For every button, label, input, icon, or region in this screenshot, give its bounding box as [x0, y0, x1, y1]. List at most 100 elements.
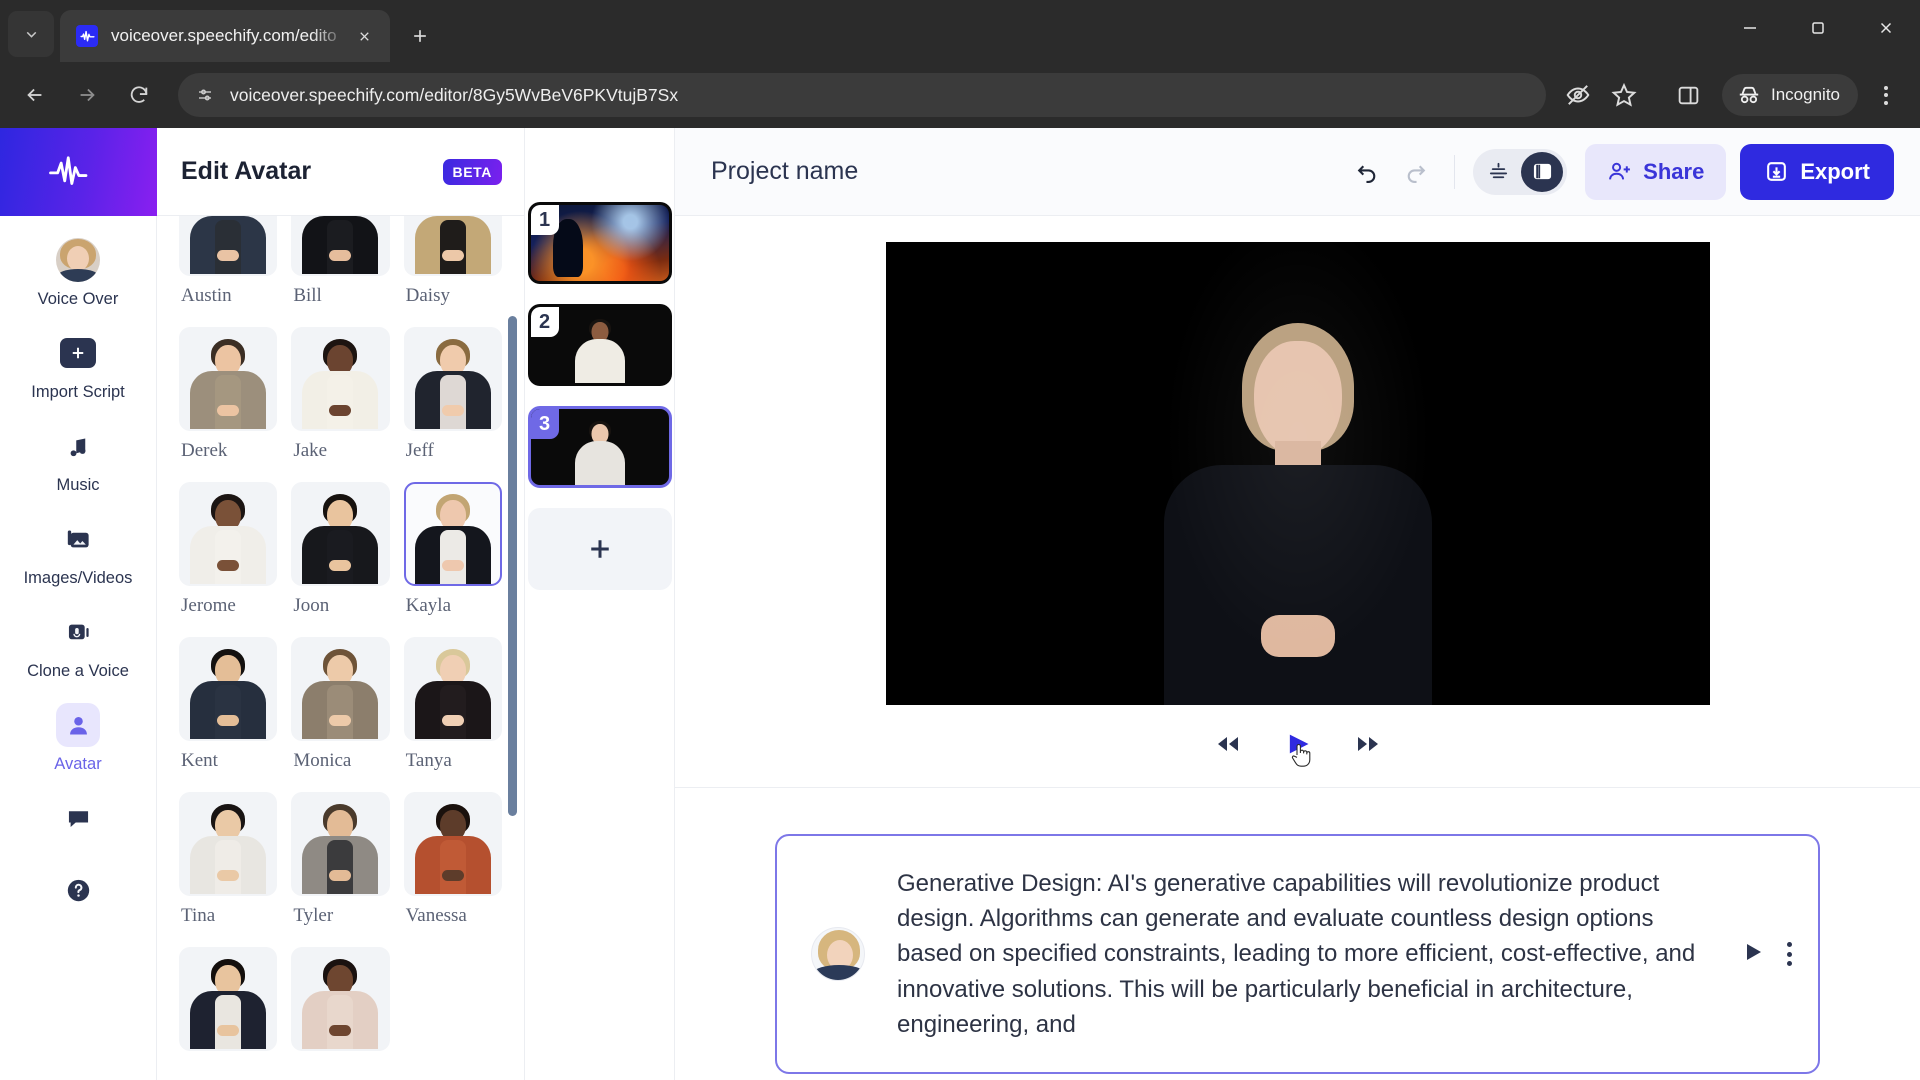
avatar-thumbnail[interactable]: [403, 327, 502, 431]
avatar-card[interactable]: Derek: [179, 327, 278, 478]
avatar-thumbnail[interactable]: [291, 216, 390, 276]
speechify-logo[interactable]: [0, 128, 157, 216]
rewind-icon[interactable]: [1211, 727, 1245, 761]
avatar-card[interactable]: Jerome: [179, 482, 278, 633]
voice-over-avatar-icon: [56, 238, 100, 282]
avatar-card[interactable]: Bill: [291, 216, 390, 323]
incognito-indicator[interactable]: Incognito: [1722, 74, 1858, 116]
view-toggle-group: [1473, 148, 1568, 195]
tab-search-button[interactable]: [8, 11, 54, 57]
avatar-card[interactable]: Joon: [291, 482, 390, 633]
share-button[interactable]: Share: [1585, 143, 1727, 200]
avatar-thumbnail[interactable]: [291, 947, 390, 1051]
incognito-label: Incognito: [1771, 85, 1840, 104]
back-arrow-icon[interactable]: [12, 72, 58, 118]
avatar-card[interactable]: Tyler: [291, 792, 390, 943]
three-dot-menu-icon[interactable]: [1864, 73, 1908, 117]
scene-thumbnail[interactable]: 1: [527, 202, 672, 284]
scene-thumbnail[interactable]: 2: [527, 304, 672, 386]
avatar-thumbnail[interactable]: [403, 482, 502, 586]
avatar-thumbnail[interactable]: [179, 637, 278, 741]
avatar-scroll-area[interactable]: Austin Bill Daisy Derek Jake Jeff Jerome Joon Ka…: [157, 216, 524, 1080]
sidebar-item-images-videos[interactable]: Images/Videos: [0, 495, 157, 588]
sliders-icon[interactable]: [1477, 152, 1519, 192]
minimize-icon[interactable]: [1716, 0, 1784, 56]
fast-forward-icon[interactable]: [1351, 727, 1385, 761]
script-text[interactable]: Generative Design: AI's generative capab…: [897, 866, 1717, 1042]
scrollbar-thumb[interactable]: [508, 316, 517, 816]
avatar-name-label: Bill: [293, 285, 322, 306]
scene-thumbnail[interactable]: 3: [527, 406, 672, 488]
avatar-card[interactable]: Tina: [179, 792, 278, 943]
script-block[interactable]: Generative Design: AI's generative capab…: [775, 834, 1820, 1074]
avatar-card[interactable]: [179, 947, 278, 1076]
side-panel-icon[interactable]: [1666, 73, 1710, 117]
avatar-card[interactable]: Austin: [179, 216, 278, 323]
avatar-card[interactable]: Jake: [291, 327, 390, 478]
browser-tab[interactable]: voiceover.speechify.com/edito: [60, 10, 390, 62]
sidebar-item-clone-a-voice[interactable]: Clone a Voice: [0, 588, 157, 681]
site-settings-icon[interactable]: [190, 80, 220, 110]
new-tab-button[interactable]: [398, 14, 442, 58]
editor-stage: Project name Share Export Generative Des…: [675, 128, 1920, 1080]
avatar-name-label: Tanya: [405, 750, 452, 771]
avatar-card[interactable]: Kent: [179, 637, 278, 788]
avatar-thumbnail[interactable]: [179, 792, 278, 896]
avatar-thumbnail[interactable]: [179, 947, 278, 1051]
avatar-thumbnail[interactable]: [403, 792, 502, 896]
maximize-icon[interactable]: [1784, 0, 1852, 56]
sidebar-item-import-script[interactable]: Import Script: [0, 309, 157, 402]
forward-arrow-icon[interactable]: [64, 72, 110, 118]
window-close-icon[interactable]: [1852, 0, 1920, 56]
sidebar-item-help[interactable]: [0, 840, 157, 912]
export-button[interactable]: Export: [1740, 143, 1894, 200]
avatar-thumbnail[interactable]: [291, 792, 390, 896]
avatar-card[interactable]: Tanya: [403, 637, 502, 788]
avatar-thumbnail[interactable]: [291, 637, 390, 741]
export-label: Export: [1800, 158, 1870, 184]
avatar-grid: Austin Bill Daisy Derek Jake Jeff Jerome Joon Ka…: [179, 216, 502, 1076]
reload-icon[interactable]: [116, 72, 162, 118]
layout-panel-icon[interactable]: [1521, 151, 1564, 192]
avatar-name-label: Joon: [293, 595, 330, 616]
close-icon[interactable]: [350, 22, 378, 50]
script-avatar-thumbnail[interactable]: [811, 927, 865, 981]
avatar-thumbnail[interactable]: [291, 327, 390, 431]
avatar-card[interactable]: Monica: [291, 637, 390, 788]
avatar-thumbnail[interactable]: [179, 482, 278, 586]
star-icon[interactable]: [1602, 73, 1646, 117]
sidebar-item-music[interactable]: Music: [0, 402, 157, 495]
add-scene-button[interactable]: [527, 508, 672, 590]
avatar-name-label: Kent: [181, 750, 218, 771]
sidebar-item-avatar[interactable]: Avatar: [0, 681, 157, 774]
sidebar-item-label: Music: [56, 476, 100, 494]
avatar-thumbnail[interactable]: [179, 216, 278, 276]
play-icon[interactable]: [1281, 727, 1315, 761]
avatar-card[interactable]: [291, 947, 390, 1076]
avatar-card[interactable]: Jeff: [403, 327, 502, 478]
browser-chrome: voiceover.speechify.com/edito voiceover.…: [0, 0, 1920, 128]
avatar-card[interactable]: Daisy: [403, 216, 502, 323]
scene-number: 3: [530, 409, 559, 439]
avatar-card[interactable]: Kayla: [403, 482, 502, 633]
eye-off-icon[interactable]: [1556, 73, 1600, 117]
scene-number: 1: [530, 205, 559, 235]
omnibox-toolbar: voiceover.speechify.com/editor/8Gy5WvBeV…: [0, 62, 1920, 128]
avatar-card[interactable]: Vanessa: [403, 792, 502, 943]
avatar-thumbnail[interactable]: [403, 637, 502, 741]
three-dot-menu-icon[interactable]: [1787, 942, 1792, 966]
undo-icon[interactable]: [1346, 151, 1388, 193]
avatar-scrollbar[interactable]: [508, 316, 517, 1022]
redo-icon[interactable]: [1394, 151, 1436, 193]
url-text: voiceover.speechify.com/editor/8Gy5WvBeV…: [230, 84, 679, 105]
avatar-thumbnail[interactable]: [179, 327, 278, 431]
sidebar-item-chat[interactable]: [0, 774, 157, 840]
avatar-thumbnail[interactable]: [403, 216, 502, 276]
share-label: Share: [1643, 158, 1705, 184]
play-icon[interactable]: [1741, 940, 1765, 969]
project-name-field[interactable]: Project name: [711, 157, 1340, 186]
avatar-thumbnail[interactable]: [291, 482, 390, 586]
video-preview[interactable]: [885, 242, 1710, 705]
sidebar-item-voice-over[interactable]: Voice Over: [0, 216, 157, 309]
address-bar[interactable]: voiceover.speechify.com/editor/8Gy5WvBeV…: [178, 73, 1546, 117]
